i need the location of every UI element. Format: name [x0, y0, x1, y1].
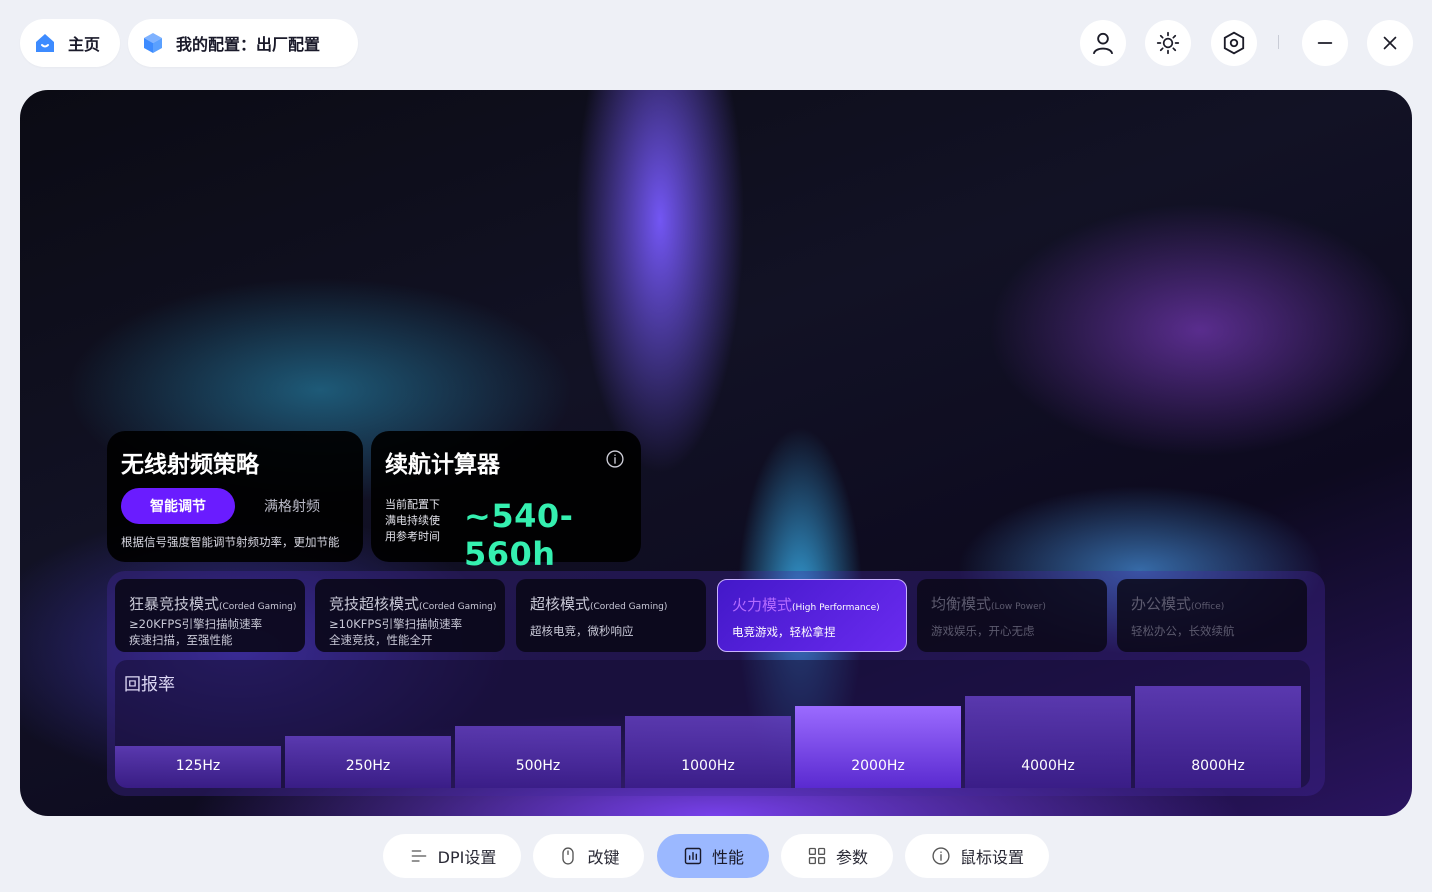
brightness-icon	[1156, 31, 1180, 55]
settings-button[interactable]	[1211, 20, 1257, 66]
battery-hours-value: ~540-560h	[464, 497, 574, 573]
mode-description: 疾速扫描，至强性能	[129, 633, 233, 647]
mode-berserk[interactable]: 狂暴竞技模式(Corded Gaming) ≥20KFPS引擎扫描帧速率 疾速扫…	[115, 579, 305, 652]
settings-hex-icon	[1223, 31, 1245, 55]
info-icon[interactable]	[605, 449, 625, 469]
smart-adjust-button[interactable]: 智能调节	[121, 488, 235, 524]
mode-title: 超核模式(Corded Gaming)	[530, 593, 706, 614]
mode-office[interactable]: 办公模式(Office) 轻松办公，长效续航	[1117, 579, 1307, 652]
battery-sub-line: 当前配置下	[385, 498, 440, 511]
mode-name: 办公模式	[1131, 595, 1192, 613]
polling-label: 500Hz	[515, 758, 561, 774]
mode-description: ≥20KFPS引擎扫描帧速率	[129, 617, 263, 631]
mode-tag: (Corded Gaming)	[419, 602, 497, 612]
home-button[interactable]: 主页	[20, 19, 120, 67]
polling-bar-4000[interactable]	[965, 696, 1131, 788]
home-label: 主页	[68, 35, 101, 54]
user-button[interactable]	[1080, 20, 1126, 66]
polling-label: 4000Hz	[1021, 758, 1075, 774]
close-button[interactable]	[1367, 20, 1413, 66]
polling-bar-1000[interactable]	[625, 716, 791, 788]
mode-description: 电竞游戏，轻松拿捏	[732, 625, 836, 639]
tab-label: 参数	[835, 848, 868, 867]
dpi-icon	[408, 845, 430, 867]
mode-tag: (Low Power)	[991, 602, 1046, 612]
tab-label: 改键	[587, 848, 620, 867]
minimize-button[interactable]	[1302, 20, 1348, 66]
mode-competitive-overclock[interactable]: 竞技超核模式(Corded Gaming) ≥10KFPS引擎扫描帧速率 全速竞…	[315, 579, 505, 652]
chart-icon	[682, 845, 704, 867]
polling-label: 1000Hz	[681, 758, 735, 774]
mode-tag: (Corded Gaming)	[219, 602, 297, 612]
hero-panel: 无线射频策略 智能调节 满格射频 根据信号强度智能调节射频功率，更加节能 续航计…	[20, 90, 1412, 816]
battery-subtitle: 当前配置下 满电持续使 用参考时间	[385, 497, 440, 545]
mode-name: 火力模式	[732, 596, 793, 614]
full-signal-button[interactable]: 满格射频	[247, 488, 337, 524]
mode-tag: (High Performance)	[792, 603, 880, 613]
mode-name: 竞技超核模式	[329, 595, 420, 613]
rf-strategy-title: 无线射频策略	[121, 452, 259, 478]
info-circle-icon	[930, 845, 952, 867]
grid-icon	[806, 845, 828, 867]
mouse-icon	[557, 845, 579, 867]
mode-title: 办公模式(Office)	[1131, 593, 1307, 614]
polling-bar-500[interactable]	[455, 726, 621, 788]
user-icon	[1092, 32, 1114, 55]
mode-description: 游戏娱乐，开心无虑	[931, 624, 1035, 638]
tab-label: 性能	[711, 848, 744, 867]
close-icon	[1383, 36, 1397, 50]
mode-overclock[interactable]: 超核模式(Corded Gaming) 超核电竞，微秒响应	[516, 579, 706, 652]
mode-description: 全速竞技，性能全开	[329, 633, 433, 647]
performance-panel: 狂暴竞技模式(Corded Gaming) ≥20KFPS引擎扫描帧速率 疾速扫…	[107, 571, 1325, 796]
mode-title: 均衡模式(Low Power)	[931, 593, 1107, 614]
mode-name: 均衡模式	[931, 595, 992, 613]
battery-sub-line: 用参考时间	[385, 530, 440, 543]
rf-strategy-card: 无线射频策略 智能调节 满格射频 根据信号强度智能调节射频功率，更加节能	[107, 431, 363, 562]
mode-title: 狂暴竞技模式(Corded Gaming)	[129, 593, 305, 614]
polling-label: 2000Hz	[851, 758, 905, 774]
tab-label: 鼠标设置	[959, 848, 1024, 867]
mode-description: 超核电竞，微秒响应	[530, 624, 634, 638]
config-label: 我的配置：出厂配置	[176, 35, 321, 54]
mode-tag: (Office)	[1191, 602, 1225, 612]
cube-icon	[140, 30, 166, 56]
polling-label: 250Hz	[345, 758, 391, 774]
home-icon	[32, 30, 58, 56]
battery-calculator-card: 续航计算器 当前配置下 满电持续使 用参考时间 ~540-560h	[371, 431, 641, 573]
polling-rate-title: 回报率	[124, 675, 175, 695]
polling-label: 125Hz	[175, 758, 221, 774]
mode-balanced[interactable]: 均衡模式(Low Power) 游戏娱乐，开心无虑	[917, 579, 1107, 652]
battery-sub-line: 满电持续使	[385, 514, 440, 527]
brightness-button[interactable]	[1145, 20, 1191, 66]
tab-mouse-settings[interactable]: 鼠标设置	[905, 834, 1049, 878]
tab-remap[interactable]: 改键	[533, 834, 644, 878]
mode-name: 超核模式	[530, 595, 591, 613]
rf-strategy-description: 根据信号强度智能调节射频功率，更加节能	[121, 535, 340, 549]
config-selector[interactable]: 我的配置：出厂配置	[128, 19, 358, 67]
polling-rate-section: 回报率 125Hz 250Hz 500Hz 1000Hz 2000Hz 4000…	[115, 660, 1310, 788]
minimize-icon	[1317, 42, 1333, 44]
mode-title: 火力模式(High Performance)	[732, 594, 906, 615]
tab-performance[interactable]: 性能	[657, 834, 769, 878]
mode-description: ≥10KFPS引擎扫描帧速率	[329, 617, 463, 631]
tab-label: DPI设置	[437, 848, 497, 867]
divider	[1278, 35, 1279, 49]
mode-firepower[interactable]: 火力模式(High Performance) 电竞游戏，轻松拿捏	[717, 579, 907, 652]
mode-name: 狂暴竞技模式	[129, 595, 220, 613]
tab-dpi-settings[interactable]: DPI设置	[383, 834, 521, 878]
mode-tag: (Corded Gaming)	[590, 602, 668, 612]
mode-description: 轻松办公，长效续航	[1131, 624, 1235, 638]
polling-label: 8000Hz	[1191, 758, 1245, 774]
battery-title: 续航计算器	[385, 452, 500, 478]
mode-title: 竞技超核模式(Corded Gaming)	[329, 593, 505, 614]
polling-bar-2000[interactable]	[795, 706, 961, 788]
tab-parameters[interactable]: 参数	[781, 834, 893, 878]
